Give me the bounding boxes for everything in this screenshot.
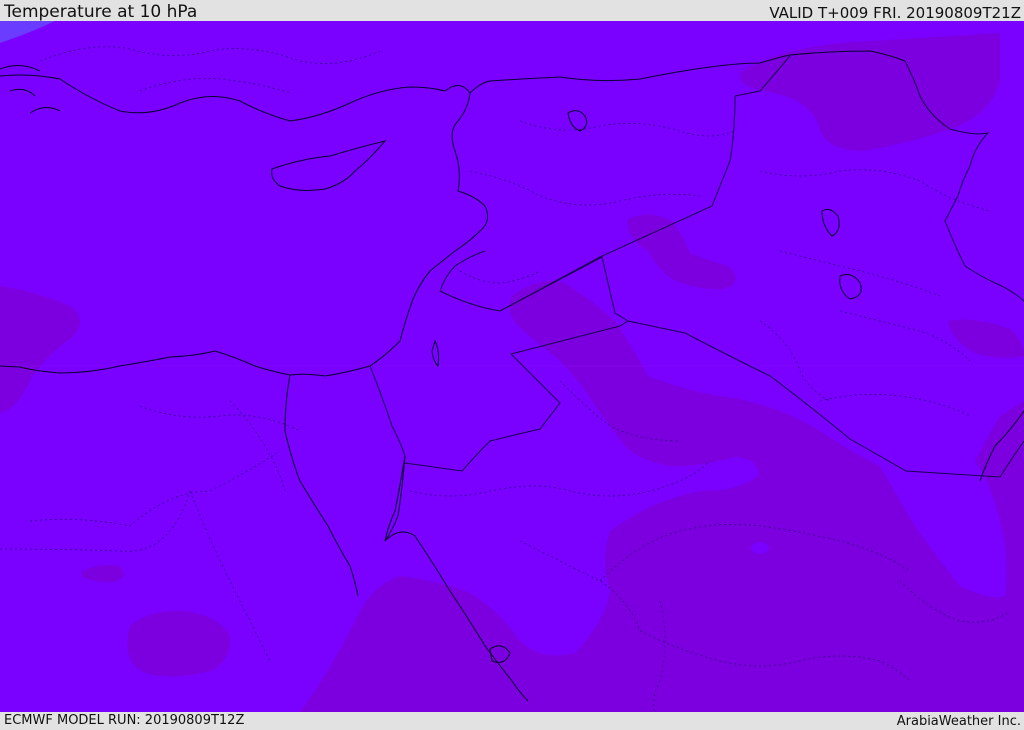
model-run-label: ECMWF MODEL RUN: 20190809T12Z xyxy=(4,713,245,728)
valid-time: VALID T+009 FRI. 20190809T21Z xyxy=(769,4,1021,22)
map-footer: ECMWF MODEL RUN: 20190809T12Z ArabiaWeat… xyxy=(0,712,1024,729)
map-canvas xyxy=(0,21,1024,712)
cool-pocket xyxy=(751,542,769,554)
credit-label: ArabiaWeather Inc. xyxy=(896,714,1021,729)
warm-blob-sinai xyxy=(127,610,231,677)
map-title: Temperature at 10 hPa xyxy=(4,2,198,22)
weather-map xyxy=(0,21,1024,712)
map-header: Temperature at 10 hPa VALID T+009 FRI. 2… xyxy=(0,0,1024,22)
